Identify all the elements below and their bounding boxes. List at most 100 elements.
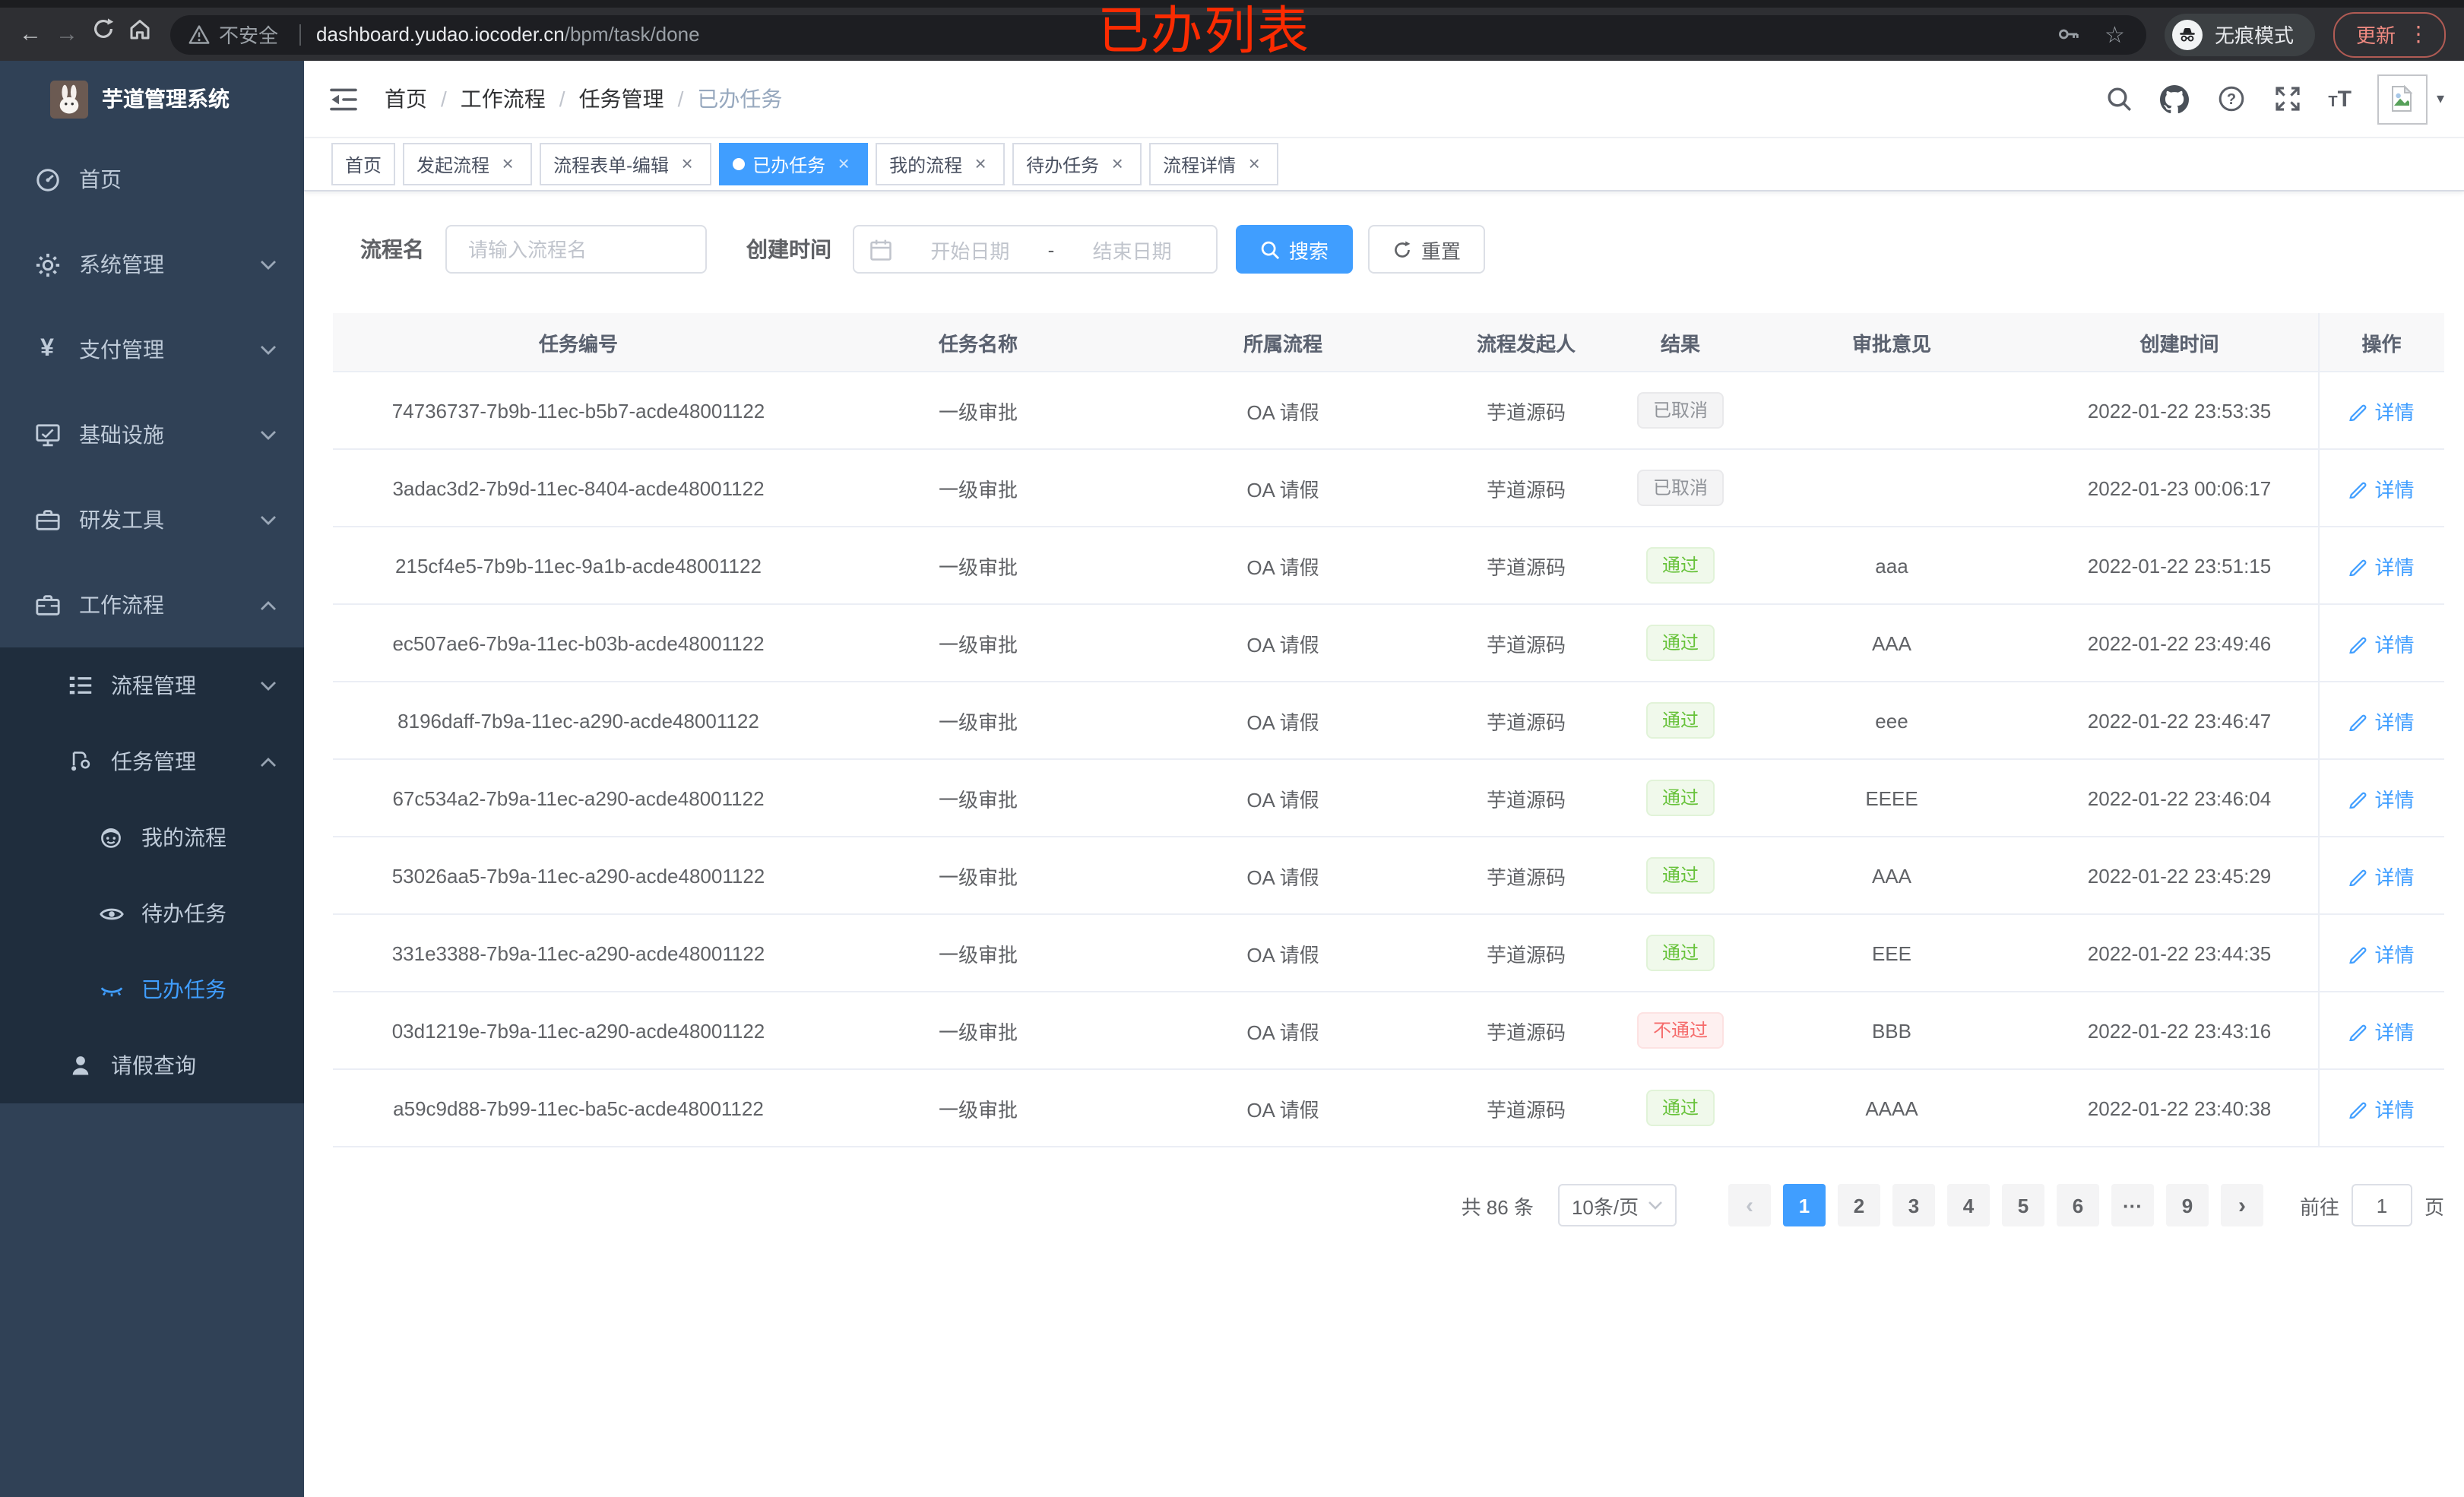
- detail-link[interactable]: 详情: [2348, 938, 2415, 967]
- date-range-picker[interactable]: 开始日期 - 结束日期: [853, 225, 1218, 274]
- process-list-icon: [67, 673, 94, 698]
- sidebar-item-system[interactable]: 系统管理: [0, 222, 304, 307]
- detail-link[interactable]: 详情: [2348, 628, 2415, 657]
- reset-button-label: 重置: [1421, 239, 1462, 262]
- search-button-label: 搜索: [1289, 239, 1329, 262]
- detail-link[interactable]: 详情: [2348, 1016, 2415, 1045]
- breadcrumb-task-management[interactable]: 任务管理: [579, 84, 664, 114]
- view-tab[interactable]: 我的流程 ×: [876, 143, 1006, 185]
- view-tab[interactable]: 流程详情 ×: [1149, 143, 1279, 185]
- cell-process: OA 请假: [1132, 604, 1433, 682]
- page-number-button[interactable]: 1: [1782, 1184, 1826, 1226]
- detail-link[interactable]: 详情: [2348, 1093, 2415, 1122]
- view-tab[interactable]: 已办任务 ×: [719, 143, 869, 185]
- sidebar-item-dev-tools[interactable]: 研发工具: [0, 477, 304, 562]
- page-number-button[interactable]: ···: [2111, 1184, 2154, 1226]
- chevron-down-icon: [260, 429, 277, 440]
- view-tab[interactable]: 流程表单-编辑 ×: [540, 143, 712, 185]
- tab-label: 发起流程: [416, 154, 490, 176]
- detail-link-label: 详情: [2374, 1021, 2415, 1043]
- detail-link[interactable]: 详情: [2348, 473, 2415, 502]
- process-name-input[interactable]: [465, 236, 687, 262]
- status-badge: 通过: [1646, 935, 1714, 971]
- help-button[interactable]: ?: [2215, 84, 2246, 114]
- close-icon[interactable]: ×: [1243, 153, 1265, 175]
- user-avatar-dropdown[interactable]: ▾: [2377, 74, 2444, 124]
- detail-link[interactable]: 详情: [2348, 706, 2415, 735]
- page-number-button[interactable]: 6: [2056, 1184, 2099, 1226]
- font-size-button[interactable]: TT: [2328, 87, 2352, 110]
- browser-update-button[interactable]: 更新 ⋮: [2333, 11, 2446, 57]
- breadcrumb-workflow[interactable]: 工作流程: [461, 84, 546, 114]
- search-button[interactable]: [2103, 84, 2133, 114]
- page-content: 流程名 创建时间 开始日期 - 结束日期 搜索: [304, 191, 2464, 1497]
- column-header: 任务名称: [824, 313, 1132, 372]
- cell-process: OA 请假: [1132, 1069, 1433, 1147]
- browser-back-button[interactable]: ←: [12, 16, 49, 52]
- jumper-input[interactable]: [2351, 1184, 2412, 1226]
- browser-reload-button[interactable]: [85, 16, 122, 52]
- page-number-button[interactable]: 9: [2165, 1184, 2209, 1226]
- yen-icon: ¥: [40, 336, 54, 362]
- date-start-placeholder: 开始日期: [930, 239, 1010, 262]
- done-task-table: 任务编号 任务名称 所属流程 流程发起人 结果 审批意见 创建时间 操作 74736737-7…: [333, 313, 2444, 1147]
- detail-link[interactable]: 详情: [2348, 396, 2415, 425]
- close-icon[interactable]: ×: [497, 153, 518, 175]
- sidebar-item-home[interactable]: 首页: [0, 137, 304, 222]
- app-logo-row[interactable]: 芋道管理系统: [0, 61, 304, 137]
- sidebar-item-task-management[interactable]: 任务管理: [0, 723, 304, 799]
- close-icon[interactable]: ×: [833, 153, 854, 175]
- github-button[interactable]: [2159, 84, 2190, 114]
- sidebar-fold-button[interactable]: [327, 82, 360, 116]
- page-size-select[interactable]: 10条/页: [1557, 1184, 1677, 1226]
- reload-icon: [94, 17, 114, 37]
- cell-task-name: 一级审批: [824, 837, 1132, 915]
- page-number-button[interactable]: 2: [1837, 1184, 1880, 1226]
- detail-link[interactable]: 详情: [2348, 551, 2415, 580]
- page-number-button[interactable]: 3: [1892, 1184, 1935, 1226]
- view-tab[interactable]: 待办任务 ×: [1012, 143, 1142, 185]
- search-icon: [2107, 87, 2131, 112]
- cell-task-id: 215cf4e5-7b9b-11ec-9a1b-acde48001122: [333, 527, 824, 605]
- sidebar-item-done-tasks[interactable]: 已办任务: [0, 951, 304, 1027]
- page-number-button[interactable]: 4: [1946, 1184, 1990, 1226]
- cell-task-id: 8196daff-7b9a-11ec-a290-acde48001122: [333, 682, 824, 760]
- detail-link[interactable]: 详情: [2348, 861, 2415, 890]
- sidebar-item-process-management[interactable]: 流程管理: [0, 647, 304, 723]
- reset-button[interactable]: 重置: [1368, 225, 1486, 274]
- key-icon[interactable]: [2054, 21, 2080, 47]
- browser-menu-icon[interactable]: ⋮: [2408, 21, 2429, 47]
- sidebar-item-infrastructure[interactable]: 基础设施: [0, 392, 304, 477]
- page-number-button[interactable]: 5: [2001, 1184, 2044, 1226]
- cell-create-time: 2022-01-22 23:51:15: [2041, 527, 2318, 605]
- broken-image-icon: [2392, 85, 2414, 112]
- browser-home-button[interactable]: [122, 16, 158, 52]
- view-tab[interactable]: 发起流程 ×: [403, 143, 533, 185]
- cell-initiator: 芋道源码: [1433, 1069, 1619, 1147]
- close-icon[interactable]: ×: [970, 153, 991, 175]
- pagination: 共 86 条 10条/页 ‹ 123456 ··· 9 › 前往 页: [333, 1184, 2444, 1226]
- detail-link-label: 详情: [2374, 555, 2415, 578]
- bookmark-star-icon[interactable]: ☆: [2105, 21, 2125, 48]
- fullscreen-button[interactable]: [2272, 84, 2302, 114]
- cell-create-time: 2022-01-23 00:06:17: [2041, 449, 2318, 527]
- browser-forward-button[interactable]: →: [49, 16, 85, 52]
- detail-link[interactable]: 详情: [2348, 783, 2415, 812]
- sidebar-item-label: 工作流程: [79, 593, 164, 617]
- prev-page-button[interactable]: ‹: [1728, 1184, 1771, 1226]
- cell-initiator: 芋道源码: [1433, 837, 1619, 915]
- sidebar-item-my-process[interactable]: 我的流程: [0, 799, 304, 875]
- sidebar-item-payment[interactable]: ¥ 支付管理: [0, 307, 304, 392]
- sidebar-item-workflow[interactable]: 工作流程: [0, 562, 304, 647]
- close-icon[interactable]: ×: [676, 153, 698, 175]
- sidebar-item-leave-query[interactable]: 请假查询: [0, 1027, 304, 1103]
- breadcrumb-home[interactable]: 首页: [385, 84, 427, 114]
- edit-pencil-icon: [2349, 559, 2367, 575]
- next-page-button[interactable]: ›: [2220, 1184, 2263, 1226]
- search-button-form[interactable]: 搜索: [1236, 225, 1354, 274]
- calendar-icon: [870, 239, 892, 260]
- sidebar-item-todo-tasks[interactable]: 待办任务: [0, 875, 304, 951]
- view-tab[interactable]: 首页: [331, 143, 396, 185]
- app-logo: [50, 80, 88, 118]
- close-icon[interactable]: ×: [1107, 153, 1128, 175]
